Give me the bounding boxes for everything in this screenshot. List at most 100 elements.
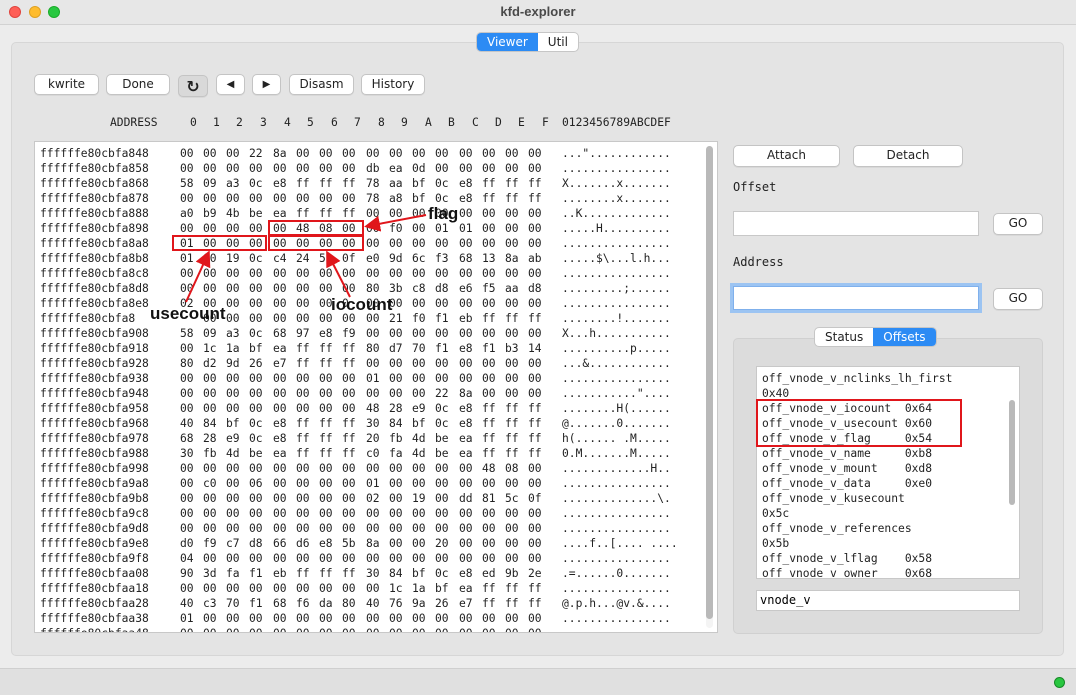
hex-byte[interactable]: e8 [459, 416, 473, 431]
hex-byte[interactable]: 48 [366, 401, 380, 416]
hex-byte[interactable]: bf [226, 416, 240, 431]
hex-byte[interactable]: da [319, 596, 333, 611]
hex-byte[interactable]: 00 [203, 551, 217, 566]
hex-byte[interactable]: 00 [226, 221, 240, 236]
hex-byte[interactable]: 00 [435, 626, 449, 632]
hex-byte[interactable]: 00 [296, 311, 310, 326]
hex-byte[interactable]: 00 [342, 611, 356, 626]
hex-byte[interactable]: 00 [389, 521, 403, 536]
hex-byte[interactable]: 5 [319, 251, 326, 266]
hex-byte[interactable]: 00 [412, 236, 426, 251]
hex-byte[interactable]: 00 [505, 221, 519, 236]
hex-byte[interactable]: 13 [482, 251, 496, 266]
hex-byte[interactable]: 00 [319, 476, 333, 491]
hex-byte[interactable]: 00 [296, 491, 310, 506]
hex-byte[interactable]: 00 [319, 551, 333, 566]
hex-byte[interactable]: 00 [482, 551, 496, 566]
hex-byte[interactable]: 00 [226, 461, 240, 476]
hex-byte[interactable]: 00 [435, 461, 449, 476]
hex-byte[interactable]: f0 [389, 221, 403, 236]
hex-byte[interactable]: 68 [273, 326, 287, 341]
hex-byte[interactable]: 00 [203, 191, 217, 206]
hex-byte[interactable]: 00 [505, 356, 519, 371]
disasm-button[interactable]: Disasm [289, 74, 354, 95]
hex-byte[interactable]: 01 [180, 611, 194, 626]
hex-byte[interactable]: 00 [226, 386, 240, 401]
hex-byte[interactable]: 1a [412, 581, 426, 596]
hex-byte[interactable]: 00 [528, 146, 542, 161]
hex-byte[interactable]: 00 [180, 581, 194, 596]
hex-byte[interactable]: 80 [180, 356, 194, 371]
hex-byte[interactable]: ff [319, 431, 333, 446]
hex-byte[interactable]: c0 [203, 476, 217, 491]
hex-byte[interactable]: 00 [342, 506, 356, 521]
hex-byte[interactable]: 00 [226, 146, 240, 161]
hex-byte[interactable]: ff [296, 341, 310, 356]
hex-byte[interactable]: 00 [482, 266, 496, 281]
hex-byte[interactable]: 02 [366, 491, 380, 506]
hex-byte[interactable]: 00 [319, 491, 333, 506]
hex-byte[interactable]: 00 [435, 356, 449, 371]
hex-byte[interactable]: 58 [180, 326, 194, 341]
hex-byte[interactable]: 01 [366, 371, 380, 386]
hex-byte[interactable]: 00 [366, 386, 380, 401]
hex-byte[interactable]: ed [482, 566, 496, 581]
hex-byte[interactable]: 00 [203, 626, 217, 632]
hex-byte[interactable]: ea [273, 446, 287, 461]
hex-scroll-thumb[interactable] [706, 146, 713, 619]
hex-byte[interactable]: 0f [528, 491, 542, 506]
hex-byte[interactable]: 58 [180, 176, 194, 191]
hex-byte[interactable]: 09 [203, 326, 217, 341]
hex-byte[interactable]: 00 [389, 206, 403, 221]
hex-byte[interactable]: 00 [180, 401, 194, 416]
hex-byte[interactable]: 00 [412, 266, 426, 281]
hex-byte[interactable]: 00 [435, 266, 449, 281]
hex-byte[interactable]: ff [528, 176, 542, 191]
hex-byte[interactable]: 00 [505, 521, 519, 536]
hex-byte[interactable]: 9d [389, 251, 403, 266]
hex-byte[interactable]: 00 [505, 611, 519, 626]
hex-byte[interactable]: 00 [273, 506, 287, 521]
hex-byte[interactable]: 00 [435, 326, 449, 341]
hex-byte[interactable]: 00 [249, 281, 263, 296]
hex-byte[interactable]: 00 [226, 191, 240, 206]
hex-byte[interactable]: eb [459, 311, 473, 326]
hex-byte[interactable]: ff [505, 581, 519, 596]
hex-byte[interactable]: 48 [482, 461, 496, 476]
hex-byte[interactable]: a3 [226, 326, 240, 341]
hex-byte[interactable]: f9 [342, 326, 356, 341]
hex-byte[interactable]: 19 [412, 491, 426, 506]
hex-byte[interactable]: f0 [412, 311, 426, 326]
hex-byte[interactable]: 00 [505, 296, 519, 311]
hex-byte[interactable]: 00 [342, 461, 356, 476]
hex-byte[interactable]: 0f [342, 251, 356, 266]
hex-byte[interactable]: fa [226, 566, 240, 581]
hex-byte[interactable]: ff [296, 176, 310, 191]
tab-util[interactable]: Util [538, 33, 578, 51]
hex-byte[interactable]: 00 [249, 491, 263, 506]
hex-byte[interactable]: ff [342, 206, 356, 221]
hex-byte[interactable]: 40 [180, 596, 194, 611]
hex-byte[interactable]: aa [389, 176, 403, 191]
hex-byte[interactable]: 00 [505, 326, 519, 341]
hex-byte[interactable]: 00 [459, 476, 473, 491]
hex-byte[interactable]: 00 [296, 476, 310, 491]
hex-byte[interactable]: bf [435, 581, 449, 596]
hex-byte[interactable]: 00 [319, 281, 333, 296]
hex-byte[interactable]: 00 [435, 146, 449, 161]
next-icon[interactable]: ▶ [252, 74, 281, 95]
hex-byte[interactable]: 00 [389, 371, 403, 386]
hex-byte[interactable]: 00 [180, 281, 194, 296]
hex-byte[interactable]: ea [273, 341, 287, 356]
hex-byte[interactable]: 00 [180, 161, 194, 176]
hex-byte[interactable]: 00 [203, 281, 217, 296]
hex-byte[interactable]: ff [296, 431, 310, 446]
hex-byte[interactable]: 00 [180, 461, 194, 476]
hex-byte[interactable]: 81 [482, 491, 496, 506]
hex-byte[interactable]: 26 [435, 596, 449, 611]
hex-byte[interactable]: 00 [180, 476, 194, 491]
hex-byte[interactable]: 00 [203, 491, 217, 506]
hex-byte[interactable]: 00 [180, 146, 194, 161]
hex-byte[interactable]: 00 [459, 521, 473, 536]
hex-byte[interactable]: 00 [482, 371, 496, 386]
